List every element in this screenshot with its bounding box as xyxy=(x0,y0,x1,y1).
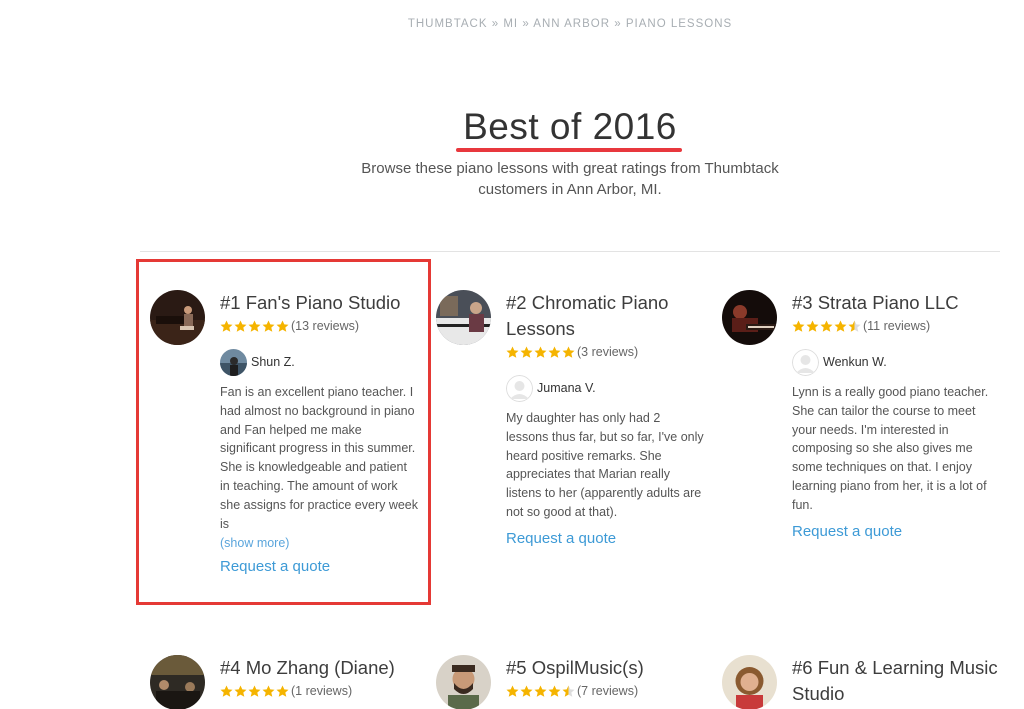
star-icon xyxy=(820,320,833,332)
review-count[interactable]: (7 reviews) xyxy=(577,684,638,698)
reviewer-avatar xyxy=(506,374,533,402)
request-quote-link[interactable]: Request a quote xyxy=(792,523,902,540)
breadcrumb-separator: » xyxy=(614,18,622,30)
star-icon xyxy=(262,685,275,697)
pro-card-body: #4 Mo Zhang (Diane) (1 reviews) xyxy=(220,655,430,699)
breadcrumb-link-ann-arbor[interactable]: ANN ARBOR xyxy=(533,18,610,30)
star-icon xyxy=(534,346,547,358)
star-icon xyxy=(276,685,289,697)
reviewer: Jumana V. xyxy=(506,374,716,402)
pro-card-body: #6 Fun & Learning Music Studio xyxy=(792,655,1002,707)
pro-avatar[interactable] xyxy=(436,290,491,345)
request-quote-link[interactable]: Request a quote xyxy=(506,530,616,547)
rating-row: (1 reviews) xyxy=(220,683,430,699)
pro-avatar[interactable] xyxy=(150,655,205,709)
breadcrumb-current-piano-lessons[interactable]: PIANO LESSONS xyxy=(626,18,732,30)
review-text: Lynn is a really good piano teacher. She… xyxy=(792,385,989,512)
pro-name[interactable]: #5 OspilMusic(s) xyxy=(506,655,716,681)
pro-avatar[interactable] xyxy=(722,655,777,709)
rating-row: (3 reviews) xyxy=(506,344,716,360)
title-underline xyxy=(456,148,682,152)
star-icon xyxy=(834,320,847,332)
rating-row: (11 reviews) xyxy=(792,318,1002,334)
star-icon xyxy=(220,685,233,697)
reviewer-name: Wenkun W. xyxy=(823,355,887,369)
breadcrumb-link-mi[interactable]: MI xyxy=(503,18,518,30)
review-count[interactable]: (3 reviews) xyxy=(577,345,638,359)
star-icon xyxy=(548,346,561,358)
pro-card-body: #5 OspilMusic(s) (7 reviews) xyxy=(506,655,716,699)
pro-card-body: #3 Strata Piano LLC (11 reviews) Wenkun … xyxy=(792,290,1002,541)
page-subtitle: Browse these piano lessons with great ra… xyxy=(361,160,779,198)
star-icon xyxy=(506,346,519,358)
star-icon xyxy=(520,346,533,358)
star-icon xyxy=(792,320,805,332)
reviewer: Wenkun W. xyxy=(792,348,1002,376)
breadcrumb-link-thumbtack[interactable]: THUMBTACK xyxy=(408,18,488,30)
review-count[interactable]: (1 reviews) xyxy=(291,684,352,698)
page-title: Best of 2016 xyxy=(463,106,677,147)
pro-name[interactable]: #3 Strata Piano LLC xyxy=(792,290,1002,316)
star-icon xyxy=(548,685,561,697)
pro-name[interactable]: #2 Chromatic Piano Lessons xyxy=(506,290,716,342)
half-star-icon xyxy=(848,320,861,332)
pro-avatar[interactable] xyxy=(722,290,777,345)
breadcrumb: THUMBTACK » MI » ANN ARBOR » PIANO LESSO… xyxy=(0,18,1024,30)
pro-name[interactable]: #6 Fun & Learning Music Studio xyxy=(792,655,1002,707)
star-icon xyxy=(234,685,247,697)
pro-card-body: #2 Chromatic Piano Lessons (3 reviews) J… xyxy=(506,290,716,548)
star-icon xyxy=(534,685,547,697)
pro-avatar[interactable] xyxy=(436,655,491,709)
pro-name[interactable]: #4 Mo Zhang (Diane) xyxy=(220,655,430,681)
star-icon xyxy=(562,346,575,358)
rating-row: (7 reviews) xyxy=(506,683,716,699)
star-icon xyxy=(520,685,533,697)
star-rating xyxy=(220,685,290,698)
star-icon xyxy=(248,685,261,697)
star-icon xyxy=(806,320,819,332)
star-rating xyxy=(506,346,576,359)
reviewer-name: Jumana V. xyxy=(537,381,596,395)
review-count[interactable]: (11 reviews) xyxy=(863,319,930,333)
half-star-icon xyxy=(562,685,575,697)
highlight-annotation xyxy=(136,259,431,605)
star-rating xyxy=(792,320,862,333)
reviewer-avatar xyxy=(792,348,819,376)
star-icon xyxy=(506,685,519,697)
review-text: My daughter has only had 2 lessons thus … xyxy=(506,411,704,519)
breadcrumb-separator: » xyxy=(522,18,530,30)
star-rating xyxy=(506,685,576,698)
breadcrumb-separator: » xyxy=(491,18,500,30)
section-divider xyxy=(140,251,1000,252)
